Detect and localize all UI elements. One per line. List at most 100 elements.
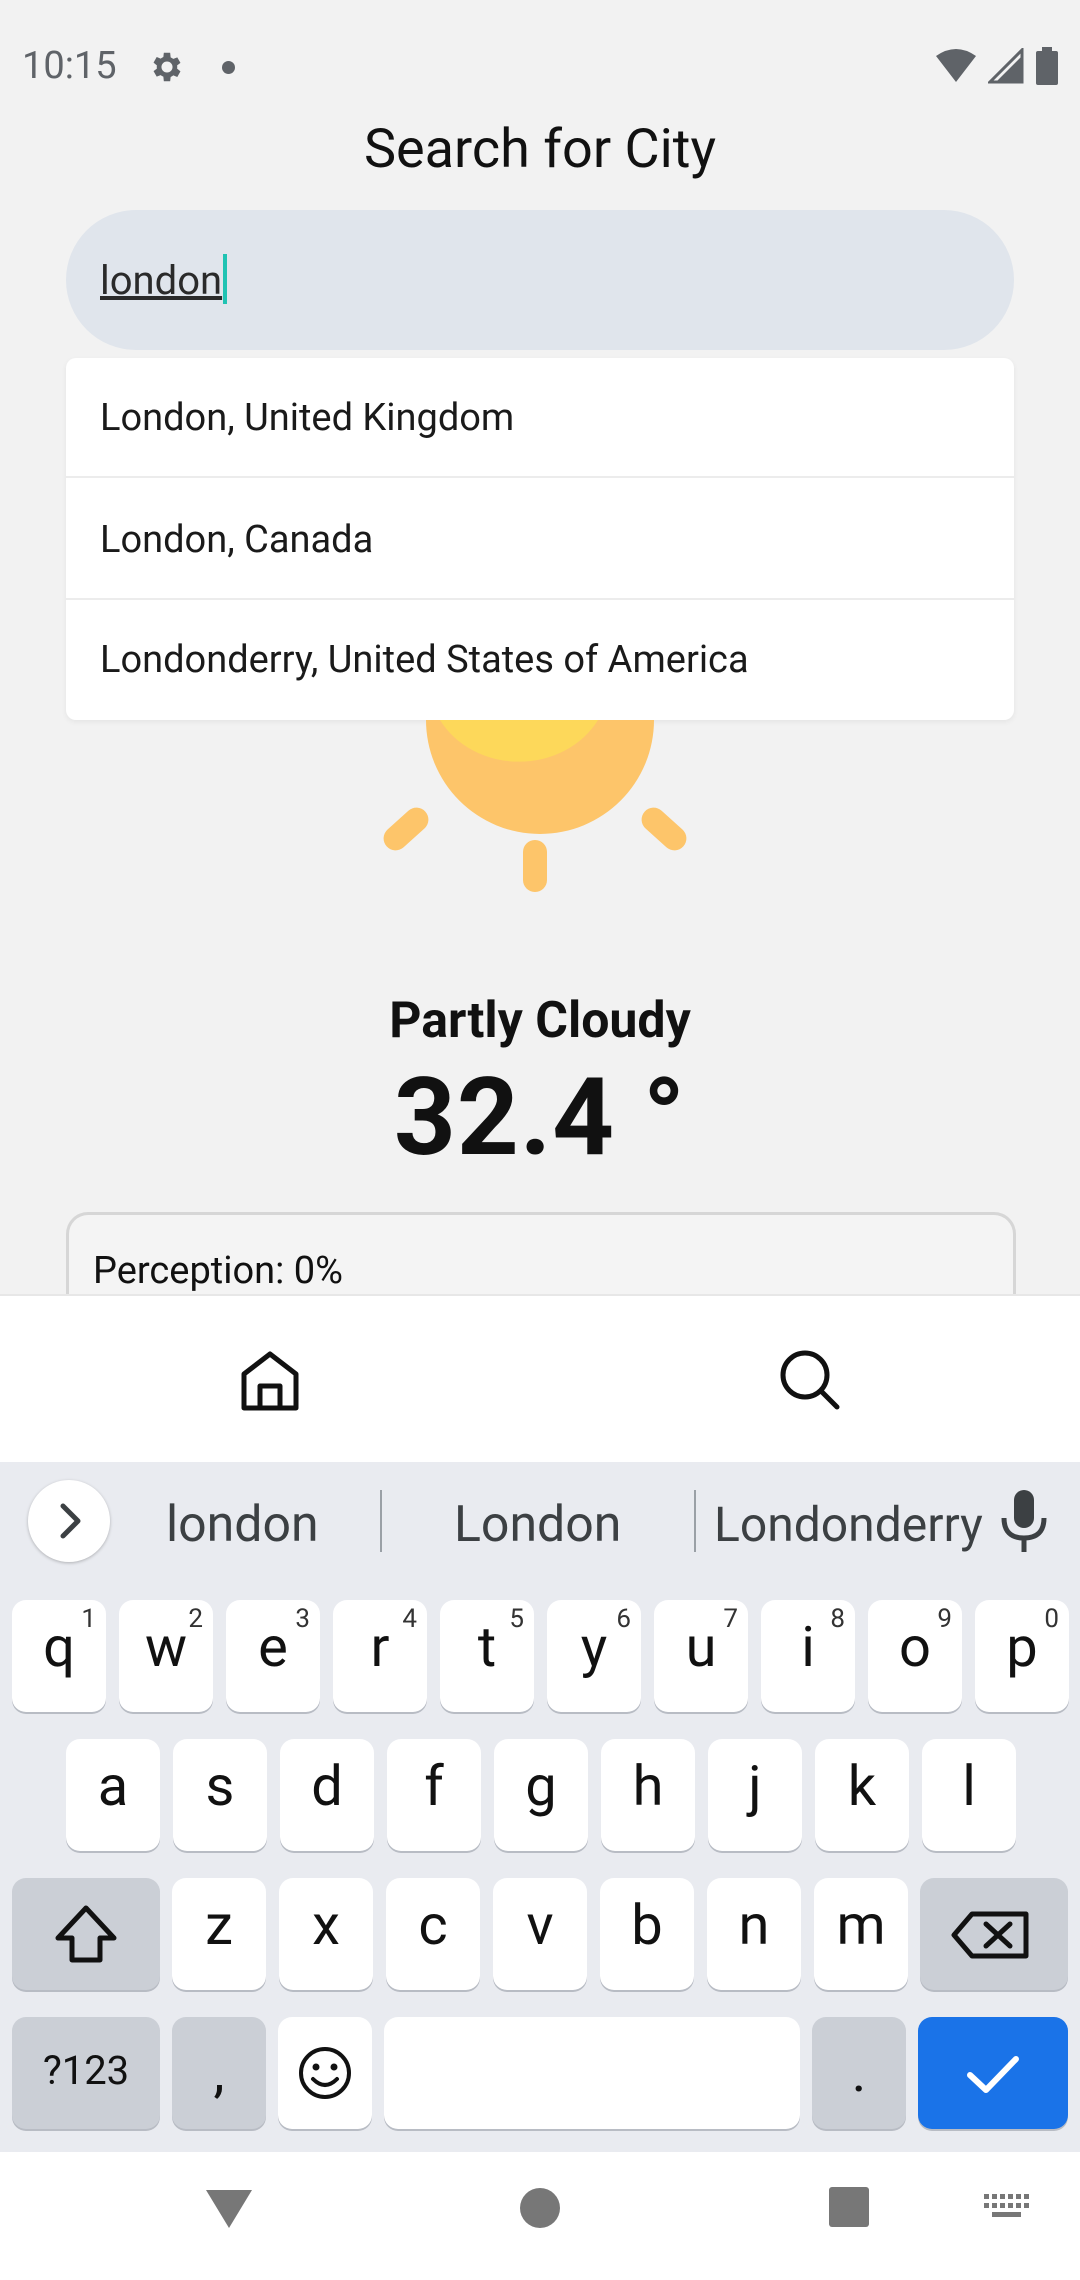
symbols-key-label: ?123 xyxy=(42,2047,130,2094)
divider xyxy=(694,1490,696,1552)
status-icons xyxy=(936,44,1058,88)
period-key[interactable]: . xyxy=(812,2017,906,2129)
key-w[interactable]: w2 xyxy=(119,1600,213,1712)
temperature-value: 32.4 ° xyxy=(393,1055,687,1181)
settings-gear-icon xyxy=(153,52,181,82)
key-number-hint: 6 xyxy=(616,1604,631,1634)
key-a[interactable]: a xyxy=(66,1739,160,1851)
system-navigation-bar xyxy=(0,2152,1080,2280)
city-suggestion-list: London, United Kingdom London, Canada Lo… xyxy=(66,358,1014,720)
key-label: b xyxy=(631,1892,663,1958)
shift-key[interactable] xyxy=(12,1878,160,1990)
key-c[interactable]: c xyxy=(386,1878,480,1990)
key-label: g xyxy=(525,1753,557,1819)
backspace-icon xyxy=(951,1911,1029,1959)
key-j[interactable]: j xyxy=(708,1739,802,1851)
partly-cloudy-sun-icon xyxy=(383,720,687,892)
key-v[interactable]: v xyxy=(493,1878,587,1990)
keyboard-switch-icon[interactable] xyxy=(984,2194,1030,2224)
key-h[interactable]: h xyxy=(601,1739,695,1851)
key-b[interactable]: b xyxy=(600,1878,694,1990)
key-label: d xyxy=(311,1753,343,1819)
keyboard-expand-button[interactable] xyxy=(28,1480,110,1562)
text-cursor xyxy=(223,254,228,304)
key-p[interactable]: p0 xyxy=(975,1600,1069,1712)
city-search-input[interactable]: london xyxy=(66,210,1014,350)
home-circle-icon[interactable] xyxy=(518,2186,562,2230)
key-label: v xyxy=(526,1892,554,1958)
key-label: c xyxy=(418,1892,448,1958)
key-n[interactable]: n xyxy=(707,1878,801,1990)
key-k[interactable]: k xyxy=(815,1739,909,1851)
weather-condition: Partly Cloudy xyxy=(389,992,691,1050)
comma-key[interactable]: , xyxy=(172,2017,266,2129)
period-key-label: . xyxy=(851,2039,867,2105)
symbols-key[interactable]: ?123 xyxy=(12,2017,160,2129)
key-number-hint: 5 xyxy=(509,1604,524,1634)
status-time: 10:15 xyxy=(22,44,117,88)
key-q[interactable]: q1 xyxy=(12,1600,106,1712)
done-key[interactable] xyxy=(918,2017,1068,2129)
key-number-hint: 9 xyxy=(937,1604,952,1634)
key-s[interactable]: s xyxy=(173,1739,267,1851)
recents-square-icon[interactable] xyxy=(828,2186,870,2228)
keyboard-suggestion[interactable]: London xyxy=(454,1496,621,1554)
back-triangle-icon[interactable] xyxy=(204,2186,254,2232)
key-m[interactable]: m xyxy=(814,1878,908,1990)
precipitation-label: Perception: 0% xyxy=(93,1249,343,1293)
key-y[interactable]: y6 xyxy=(547,1600,641,1712)
wifi-icon xyxy=(936,49,976,82)
key-d[interactable]: d xyxy=(280,1739,374,1851)
key-number-hint: 7 xyxy=(723,1604,738,1634)
key-r[interactable]: r4 xyxy=(333,1600,427,1712)
search-input-value: london xyxy=(100,257,223,304)
key-z[interactable]: z xyxy=(172,1878,266,1990)
key-label: j xyxy=(748,1753,762,1819)
suggestion-item[interactable]: London, Canada xyxy=(66,480,1014,600)
bottom-navigation xyxy=(0,1294,1080,1464)
key-label: k xyxy=(847,1753,877,1819)
keyboard-suggestion[interactable]: london xyxy=(166,1496,319,1554)
key-g[interactable]: g xyxy=(494,1739,588,1851)
suggestion-item[interactable]: Londonderry, United States of America xyxy=(66,600,1014,720)
backspace-key[interactable] xyxy=(920,1878,1068,1990)
soft-keyboard: london London Londonderry ?123 , . q 1 w… xyxy=(0,1462,1080,2152)
key-f[interactable]: f xyxy=(387,1739,481,1851)
key-o[interactable]: o9 xyxy=(868,1600,962,1712)
key-number-hint: 1 xyxy=(81,1604,96,1634)
key-number-hint: 3 xyxy=(295,1604,310,1634)
key-label: l xyxy=(962,1753,976,1819)
key-l[interactable]: l xyxy=(922,1739,1016,1851)
status-bar: 10:15 xyxy=(0,0,1080,120)
divider xyxy=(380,1490,382,1552)
key-label: f xyxy=(424,1753,444,1819)
keyboard-suggestion[interactable]: Londonderry xyxy=(714,1496,983,1553)
search-icon[interactable] xyxy=(778,1348,840,1410)
emoji-icon xyxy=(299,2047,351,2099)
key-e[interactable]: e3 xyxy=(226,1600,320,1712)
space-key[interactable] xyxy=(384,2017,800,2129)
notification-dot-icon xyxy=(222,61,235,74)
home-icon[interactable] xyxy=(238,1348,302,1412)
key-label: x xyxy=(312,1892,340,1958)
comma-key-label: , xyxy=(213,2039,225,2105)
microphone-icon[interactable] xyxy=(998,1488,1050,1554)
suggestion-item[interactable]: London, United Kingdom xyxy=(66,358,1014,478)
key-x[interactable]: x xyxy=(279,1878,373,1990)
checkmark-icon xyxy=(967,2056,1019,2093)
key-label: m xyxy=(836,1892,886,1958)
key-t[interactable]: t5 xyxy=(440,1600,534,1712)
chevron-right-icon xyxy=(60,1503,81,1539)
page-title: Search for City xyxy=(363,118,717,181)
key-number-hint: 4 xyxy=(402,1604,417,1634)
key-number-hint: 0 xyxy=(1044,1604,1059,1634)
emoji-key[interactable] xyxy=(278,2017,372,2129)
key-i[interactable]: i8 xyxy=(761,1600,855,1712)
cell-signal-icon xyxy=(988,48,1024,84)
key-u[interactable]: u7 xyxy=(654,1600,748,1712)
key-label: z xyxy=(205,1892,233,1958)
battery-icon xyxy=(1036,47,1058,85)
key-label: n xyxy=(738,1892,770,1958)
key-label: s xyxy=(205,1753,235,1819)
key-label: a xyxy=(97,1753,129,1819)
